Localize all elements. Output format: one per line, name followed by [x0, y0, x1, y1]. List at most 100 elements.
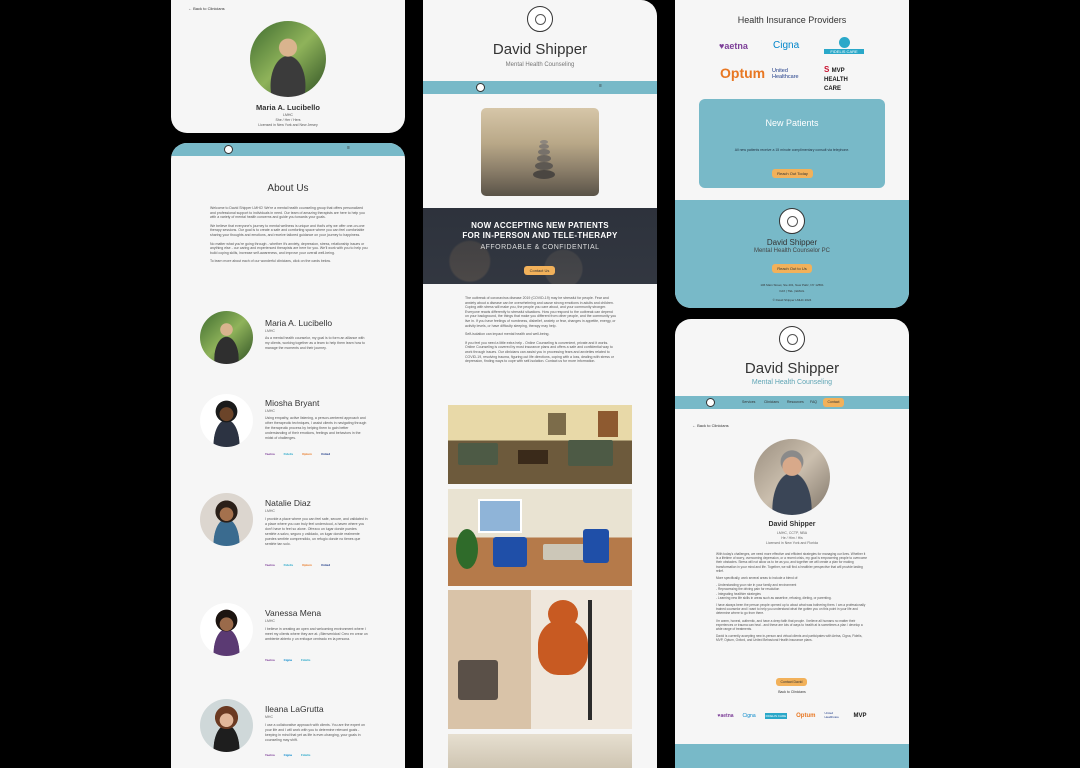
about-paragraph: No matter what you're going through - wh…: [210, 241, 368, 255]
clinician-license: Licensed in New York and New Jersey: [258, 123, 318, 127]
covid-paragraph: The outbreak of coronavirus disease 2019…: [465, 296, 617, 328]
bio-paragraph: I'm warm, honest, authentic, and have a …: [716, 618, 863, 632]
bio-paragraph: More specifically, work several areas to…: [716, 576, 799, 581]
nav-faq[interactable]: FAQ: [810, 400, 817, 404]
insurance-logos: ♥aetna Cigna Fidelis: [265, 658, 310, 662]
brand-logo-icon[interactable]: [527, 6, 553, 32]
nav-services[interactable]: Services: [742, 400, 755, 404]
clinician-credential: MHC: [265, 715, 273, 719]
aetna-logo: ♥aetna: [717, 712, 734, 719]
reach-out-button[interactable]: Reach Out to Us: [772, 264, 812, 273]
nav-contact-button[interactable]: Contact: [823, 398, 844, 407]
about-paragraph: We believe that everyone's journey to me…: [210, 223, 365, 237]
clinician-credential: LMHC, CCTP, NBA: [776, 531, 808, 535]
insurance-title: Health Insurance Providers: [737, 15, 847, 25]
aetna-logo: ♥aetna: [265, 658, 275, 662]
nav-resources[interactable]: Resources: [787, 400, 804, 404]
clinician-pronouns: He / Him / His: [781, 536, 803, 540]
aetna-logo: ♥aetna: [265, 563, 275, 567]
brand-subtitle: Mental Health Counseling: [505, 62, 575, 68]
fidelis-label: FIDELIS CARE: [824, 49, 864, 54]
new-patients-card: New Patients All new patients receive a …: [699, 99, 885, 188]
fidelis-logo: Fidelis: [283, 452, 294, 456]
brand-logo-icon[interactable]: [779, 208, 805, 234]
clinician-photo: [200, 394, 253, 447]
clinician-photo: [200, 699, 253, 752]
about-us-panel: ≡ About Us Welcome to David Shipper LMHC…: [171, 143, 405, 768]
clinician-photo: [200, 311, 253, 364]
mvp-logo: S MVP HEALTH CARE: [824, 65, 848, 93]
logo-icon[interactable]: [224, 145, 233, 154]
back-to-clinicians-button[interactable]: Back to Clinicians: [675, 690, 909, 694]
office-photo: [448, 734, 632, 768]
footer-name: David Shipper: [766, 238, 818, 247]
fidelis-logo: FIDELIS CARE: [764, 712, 788, 719]
back-to-clinicians-link[interactable]: ← Back to Clinicians: [692, 423, 729, 428]
banner-line-1: NOW ACCEPTING NEW PATIENTS: [471, 221, 609, 230]
clinician-bio: With today's challenges, we need more ef…: [716, 552, 868, 643]
covid-paragraph: Self-isolation can impact mental health …: [465, 332, 550, 337]
footer: David Shipper Mental Health Counselor PC…: [675, 200, 909, 308]
logo-icon[interactable]: [706, 398, 715, 407]
new-patients-title: New Patients: [765, 118, 819, 128]
hamburger-menu-icon[interactable]: ≡: [347, 146, 352, 151]
nav-clinicians[interactable]: Clinicians: [764, 400, 779, 404]
insurance-logos: ♥aetna Fidelis Optum United: [265, 452, 330, 456]
clinician-bio: I believe in creating an open and welcom…: [265, 627, 368, 641]
fidelis-logo: Fidelis: [283, 563, 294, 567]
clinician-card[interactable]: Vanessa Mena LMHC I believe in creating …: [171, 603, 405, 678]
covid-text: The outbreak of coronavirus disease 2019…: [465, 296, 617, 364]
contact-david-button[interactable]: Contact David: [776, 678, 807, 686]
reach-out-today-button[interactable]: Reach Out Today: [772, 169, 813, 178]
about-title: About Us: [267, 183, 309, 194]
bio-paragraph: David is currently accepting new in-pers…: [716, 634, 863, 643]
clinician-photo: [250, 21, 326, 97]
aetna-logo: ♥aetna: [265, 753, 275, 757]
about-paragraph: Welcome to David Shipper LMHC! We're a m…: [210, 206, 365, 220]
clinician-photo: [200, 493, 253, 546]
optum-logo: Optum: [720, 65, 766, 81]
back-to-clinicians-link[interactable]: ← Back to Clinicians: [188, 6, 225, 11]
logo-icon[interactable]: [476, 83, 485, 92]
clinician-credential: LMHC: [265, 509, 275, 513]
footer-subtitle: Mental Health Counselor PC: [753, 248, 831, 254]
footer-contact: FAX | TEL | EMAIL: [779, 289, 805, 293]
bio-paragraph: I have always been the person people ope…: [716, 603, 866, 616]
fidelis-logo: Fidelis: [300, 658, 311, 662]
bio-paragraph: With today's challenges, we need more ef…: [716, 552, 868, 573]
contact-us-button[interactable]: Contact Us: [524, 266, 555, 275]
clinician-card[interactable]: Maria A. Lucibello LMHC As a mental heal…: [171, 311, 405, 371]
stones-image: [481, 108, 599, 196]
brand-subtitle: Mental Health Counseling: [751, 379, 833, 386]
hero-banner: NOW ACCEPTING NEW PATIENTS FOR IN-PERSON…: [423, 208, 657, 284]
cigna-logo: Cigna: [773, 40, 800, 51]
clinician-bio: Using empathy, active listening, a perso…: [265, 416, 367, 440]
united-healthcare-logo: United Healthcare: [772, 68, 799, 80]
clinician-card[interactable]: Ileana LaGrutta MHC I use a collaborativ…: [171, 699, 405, 768]
united-healthcare-logo: United Healthcare: [824, 711, 839, 719]
profile-david-panel: David Shipper Mental Health Counseling S…: [675, 319, 909, 768]
united-logo: United: [320, 563, 331, 567]
brand-name: David Shipper: [744, 360, 840, 377]
cigna-logo: Cigna: [283, 658, 292, 662]
mvp-logo: MVP: [853, 712, 867, 719]
clinician-card[interactable]: Natalie Diaz LMHC I provide a place wher…: [171, 493, 405, 578]
insurance-logos-row: ♥aetna Cigna FIDELIS CARE Optum United H…: [675, 711, 909, 719]
clinician-name: Vanessa Mena: [265, 608, 322, 618]
clinician-bio: As a mental health counselor, my goal is…: [265, 336, 365, 350]
footer-address: 106 Main Street, Ste 201, New Paltz, NY …: [760, 283, 824, 287]
fidelis-logo: Fidelis: [300, 753, 311, 757]
banner-line-3: AFFORDABLE & CONFIDENTIAL: [480, 244, 600, 251]
footer-copyright: © David Shipper LMHC 2024: [772, 298, 812, 302]
home-panel: David Shipper Mental Health Counseling ≡…: [423, 0, 657, 768]
insurance-logos: ♥aetna Fidelis Optum United: [265, 563, 330, 567]
banner-line-2: FOR IN-PERSON AND TELE-THERAPY: [462, 231, 618, 240]
hamburger-menu-icon[interactable]: ≡: [599, 84, 604, 89]
footer-strip: [675, 744, 909, 768]
optum-logo: Optum: [796, 712, 816, 719]
optum-logo: Optum: [302, 452, 312, 456]
clinician-card[interactable]: Miosha Bryant LMHC Using empathy, active…: [171, 394, 405, 474]
brand-logo-icon[interactable]: [779, 326, 805, 352]
clinician-name: Natalie Diaz: [265, 498, 311, 508]
clinician-bio: I provide a place where you can feel saf…: [265, 517, 368, 546]
